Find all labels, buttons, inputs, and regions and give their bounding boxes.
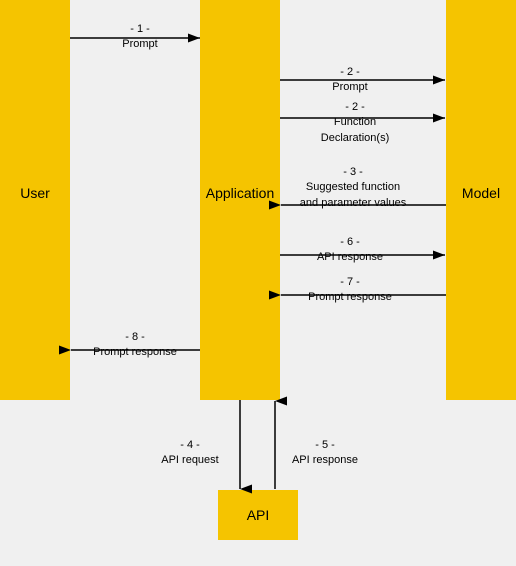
arrow2b-label: - 2 -FunctionDeclaration(s) (295, 100, 415, 146)
arrow5-label: - 5 -API response (290, 438, 360, 469)
arrow4-label: - 4 -API request (155, 438, 225, 469)
arrow8-label: - 8 -Prompt response (80, 330, 190, 361)
model-label: Model (446, 185, 516, 201)
sequence-diagram: User Application Model API - 1 -Prompt -… (0, 0, 516, 566)
arrow7-label: - 7 -Prompt response (295, 275, 405, 306)
arrow3-label: - 3 -Suggested functionand parameter val… (288, 165, 418, 211)
arrow1-label: - 1 -Prompt (90, 22, 190, 53)
api-box: API (218, 490, 298, 540)
application-label: Application (200, 185, 280, 201)
user-label: User (0, 185, 70, 201)
arrow2a-label: - 2 -Prompt (295, 65, 405, 96)
arrow6-label: - 6 -API response (295, 235, 405, 266)
